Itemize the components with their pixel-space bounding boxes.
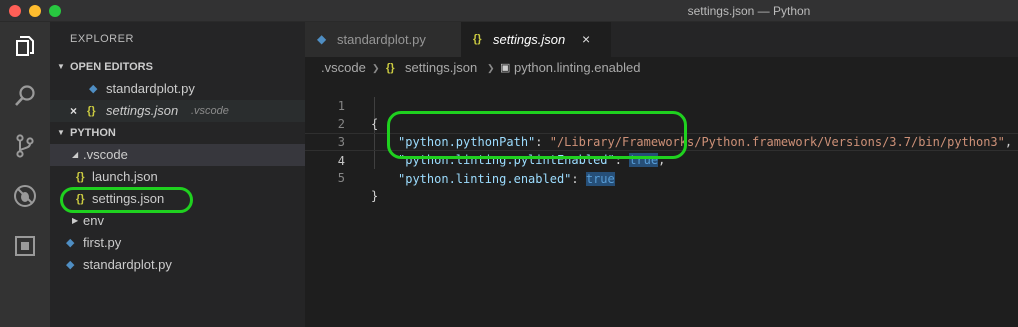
open-editors-header[interactable]: ▼ OPEN EDITORS (50, 56, 305, 78)
tree-item-vscode-folder[interactable]: ◢ .vscode (50, 144, 305, 166)
code-line: 5 } (337, 171, 379, 203)
explorer-title: EXPLORER (70, 33, 134, 45)
chevron-right-icon: ▶ (72, 216, 79, 225)
python-icon: ◆ (66, 237, 75, 249)
code-line: 3 "python.linting.pylintEnabled": true, (337, 135, 666, 167)
python-icon: ◆ (317, 32, 327, 46)
close-tab-icon[interactable]: × (582, 22, 590, 57)
json-icon: {} (76, 171, 85, 183)
json-icon: {} (76, 193, 85, 205)
tree-item-settings-json[interactable]: {} settings.json (50, 188, 305, 210)
tree-item-first-py[interactable]: ◆ first.py (50, 232, 305, 254)
python-icon: ◆ (66, 259, 75, 271)
property-icon: ▣ (500, 62, 511, 74)
json-icon: {} (473, 33, 482, 45)
json-icon: {} (386, 62, 395, 74)
tab-settings[interactable]: {} settings.json × (461, 22, 611, 57)
window-title: settings.json — Python (687, 4, 811, 18)
chevron-down-icon: ▼ (57, 128, 65, 137)
open-editor-item-settings[interactable]: × {} settings.json .vscode (50, 100, 305, 122)
source-control-icon[interactable] (11, 132, 39, 160)
chevron-right-icon: ❯ (487, 63, 495, 73)
activity-bar (0, 22, 50, 327)
close-icon[interactable]: × (70, 100, 77, 122)
explorer-icon[interactable] (11, 32, 39, 60)
code-editor[interactable]: 1 { 2 "python.pythonPath": "/Library/Fra… (305, 79, 1018, 327)
tree-item-launch-json[interactable]: {} launch.json (50, 166, 305, 188)
breadcrumb: .vscode ❯ {} settings.json ❯ ▣ python.li… (305, 57, 1018, 79)
tree-item-standardplot-py[interactable]: ◆ standardplot.py (50, 254, 305, 276)
workspace-header[interactable]: ▼ PYTHON (50, 122, 305, 144)
explorer-sidebar: EXPLORER ▼ OPEN EDITORS ◆ standardplot.p… (50, 22, 305, 327)
search-icon[interactable] (11, 82, 39, 110)
tab-standardplot[interactable]: ◆ standardplot.py (305, 22, 461, 57)
extensions-icon[interactable] (11, 232, 39, 260)
breadcrumb-file[interactable]: settings.json (405, 57, 477, 79)
json-icon: {} (87, 105, 96, 117)
python-icon: ◆ (89, 83, 98, 95)
tab-bar: ◆ standardplot.py {} settings.json × (305, 22, 1018, 57)
chevron-down-icon: ▼ (57, 62, 65, 71)
code-line-current: 4 "python.linting.enabled": true (305, 133, 1018, 186)
chevron-down-icon: ◢ (72, 150, 79, 159)
title-bar: settings.json — Python (0, 0, 1018, 22)
tree-item-env-folder[interactable]: ▶ env (50, 210, 305, 232)
chevron-right-icon: ❯ (372, 63, 380, 73)
debug-icon[interactable] (11, 182, 39, 210)
open-editor-item-standardplot[interactable]: ◆ standardplot.py (50, 78, 305, 100)
code-line: 2 "python.pythonPath": "/Library/Framewo… (337, 117, 1013, 149)
code-line: 1 { (337, 99, 379, 131)
breadcrumb-symbol[interactable]: python.linting.enabled (514, 57, 641, 79)
breadcrumb-folder[interactable]: .vscode (321, 57, 366, 79)
